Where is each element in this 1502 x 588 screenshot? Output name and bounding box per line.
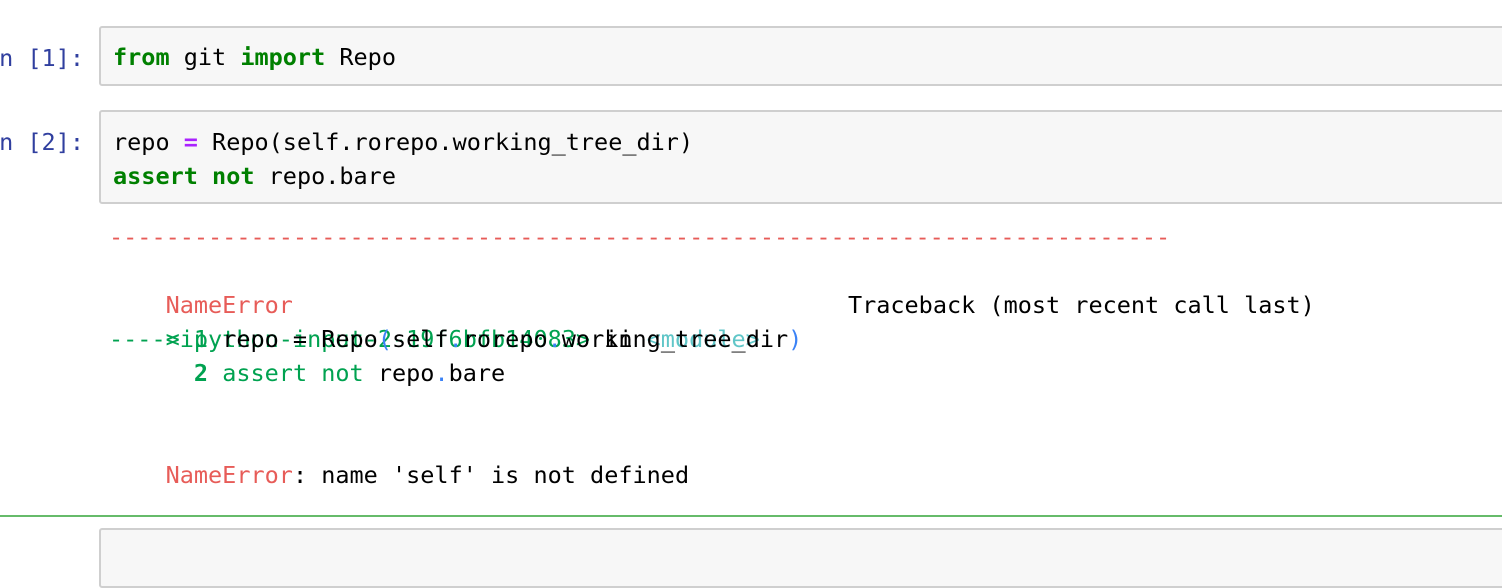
code-token: Repo(self.rorepo.working_tree_dir)	[197, 128, 694, 156]
cell-3-input[interactable]	[99, 528, 1502, 588]
traceback-frame-line-2: 2 assert not repo.bare	[109, 356, 505, 390]
code-token: bare	[448, 359, 506, 387]
code-token: repo.bare	[254, 162, 396, 190]
traceback-label: Traceback (most recent call last)	[847, 291, 1315, 319]
cell-1-input[interactable]: from git import Repo	[99, 26, 1502, 86]
code-token: repo	[363, 359, 435, 387]
final-error-name: NameError	[165, 461, 293, 489]
code-token: not	[321, 359, 364, 387]
code-token: from	[113, 43, 170, 71]
selected-cell-border	[0, 515, 1502, 517]
code-token: assert	[222, 359, 308, 387]
code-token: Repo	[325, 43, 396, 71]
code-token: .	[434, 359, 449, 387]
code-token: import	[240, 43, 326, 71]
cell-2-prompt: In [2]:	[0, 128, 84, 156]
traceback-frame-line-1: ----> 1 repo = Repo(self.rorepo.working_…	[109, 322, 802, 356]
code-token: ----> 1	[109, 325, 223, 353]
traceback-header: NameError Traceback (most recent call las…	[109, 254, 1315, 319]
code-token: rorepo	[462, 325, 548, 353]
code-token: )	[788, 325, 803, 353]
code-token: .	[448, 325, 463, 353]
code-token: =	[183, 128, 198, 156]
code-token: repo	[113, 128, 184, 156]
final-error-text: : name 'self' is not defined	[292, 461, 690, 489]
cell-1-prompt: In [1]:	[0, 44, 84, 72]
cell-2-code-line-1: repo = Repo(self.rorepo.working_tree_dir…	[113, 125, 693, 159]
error-message: NameError: name 'self' is not defined	[109, 424, 690, 489]
cell-2-input[interactable]: repo = Repo(self.rorepo.working_tree_dir…	[99, 110, 1502, 204]
traceback-separator: ----------------------------------------…	[109, 223, 1171, 251]
code-token: not	[212, 162, 255, 190]
code-token: repo = Repo	[222, 325, 378, 353]
cell-2-code-line-2: assert not repo.bare	[113, 159, 396, 193]
cell-1-code-line-1: from git import Repo	[113, 40, 396, 74]
code-token: git	[169, 43, 241, 71]
code-token: .	[547, 325, 562, 353]
code-token: self	[391, 325, 449, 353]
code-token: 2	[193, 359, 209, 387]
code-token: assert	[113, 162, 198, 190]
traceback-location: <ipython-input-2-19f6bfb14083> in <modul…	[109, 288, 760, 353]
code-token: working_tree_dir	[561, 325, 789, 353]
code-token: (	[377, 325, 392, 353]
